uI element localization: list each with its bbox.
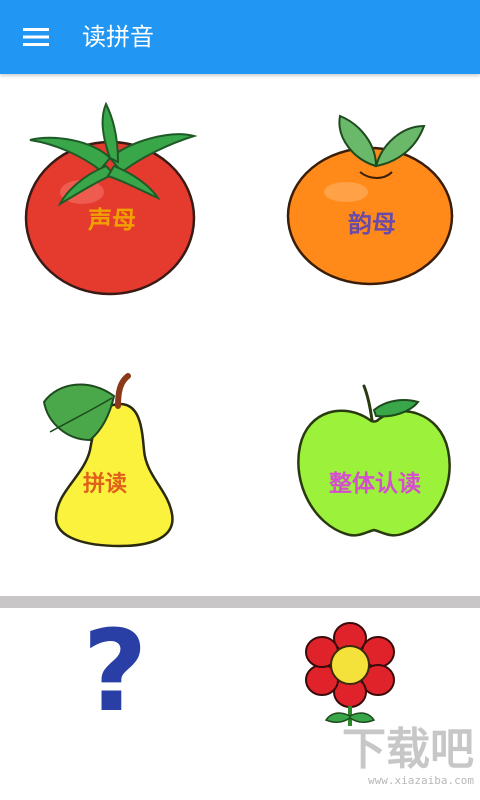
- watermark-url: www.xiazaiba.com: [368, 774, 474, 787]
- page-title: 读拼音: [82, 23, 154, 51]
- watermark: 下载吧 www.xiazaiba.com: [334, 726, 474, 796]
- flower-button[interactable]: [300, 620, 400, 730]
- tomato-initials-button[interactable]: 声母: [22, 100, 202, 300]
- app-bar: 读拼音: [0, 0, 480, 74]
- question-mark-icon[interactable]: ?: [70, 612, 160, 732]
- apple-whole-syllable-button[interactable]: 整体认读: [294, 384, 456, 542]
- apple-icon: [297, 384, 451, 537]
- flower-icon: [305, 622, 395, 726]
- orange-finals-button[interactable]: 韵母: [284, 108, 460, 290]
- section-divider: [0, 596, 480, 608]
- orange-icon: [286, 114, 454, 286]
- pear-icon: [42, 373, 174, 548]
- hamburger-menu-icon[interactable]: [14, 17, 58, 57]
- pear-blending-button[interactable]: 拼读: [38, 372, 178, 548]
- watermark-logo-text: 下载吧: [342, 724, 474, 775]
- tomato-icon: [24, 101, 198, 296]
